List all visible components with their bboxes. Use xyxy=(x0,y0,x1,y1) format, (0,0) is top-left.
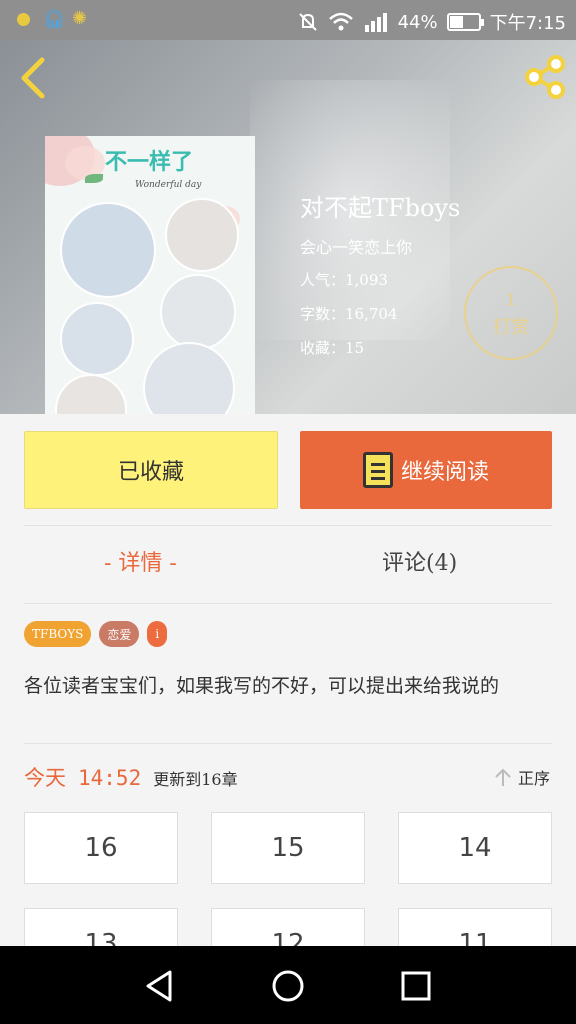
book-cover[interactable]: 不一样了 Wonderful day xyxy=(45,136,255,414)
book-description: 各位读者宝宝们，如果我写的不好，可以提出来给我说的 xyxy=(24,675,500,697)
sort-label: 正序 xyxy=(517,769,550,788)
tab-comments[interactable]: 评论(4) xyxy=(382,545,457,577)
chevron-left-icon[interactable] xyxy=(12,54,52,102)
book-icon xyxy=(362,452,393,488)
chapter-button[interactable]: 14 xyxy=(398,812,552,884)
reward-count: 1 xyxy=(505,290,517,309)
signal-icon xyxy=(364,13,387,32)
divider xyxy=(24,743,552,744)
battery-percent: 44% xyxy=(397,11,438,33)
collected-label: 已收藏 xyxy=(117,460,184,485)
divider xyxy=(24,603,552,604)
chapter-button[interactable]: 15 xyxy=(211,812,365,884)
favorites-stat: 收藏：15 xyxy=(300,339,365,357)
battery-icon xyxy=(446,13,484,31)
arrow-up-icon xyxy=(495,768,511,786)
word-count-stat: 字数：16,704 xyxy=(300,305,398,323)
status-bar: 🎧︎ ✺ 44% 下午7:15 xyxy=(0,0,576,40)
update-info: 今天 14:52 更新到16章 xyxy=(24,762,238,792)
notification-dot-icon xyxy=(17,13,30,26)
tag-list: TFBOYS 恋爱 i xyxy=(24,621,168,647)
update-time: 14:52 xyxy=(78,766,142,790)
divider xyxy=(24,525,552,526)
tag-tfboys[interactable]: TFBOYS xyxy=(24,621,92,647)
mute-icon xyxy=(298,13,317,31)
popularity-stat: 人气：1,093 xyxy=(300,271,388,289)
chapter-button[interactable]: 16 xyxy=(24,812,178,884)
recents-square-icon[interactable] xyxy=(396,966,436,1006)
share-icon[interactable] xyxy=(522,54,568,100)
update-day: 今天 xyxy=(24,766,66,790)
tag-i[interactable]: i xyxy=(147,621,168,647)
bulb-icon: ✺ xyxy=(72,8,88,29)
reward-label: 打赏 xyxy=(493,317,529,338)
reward-button[interactable]: 1 打赏 xyxy=(464,266,558,360)
update-chapter: 更新到16章 xyxy=(153,770,238,789)
book-header: 不一样了 Wonderful day 对不起TFboys 会心一笑恋上你 人气：… xyxy=(0,40,576,414)
tab-detail[interactable]: - 详情 - xyxy=(104,545,177,577)
tag-romance[interactable]: 恋爱 xyxy=(99,621,140,647)
back-triangle-icon[interactable] xyxy=(140,966,180,1006)
sort-button[interactable]: 正序 xyxy=(494,765,550,789)
headset-icon: 🎧︎ xyxy=(43,9,66,30)
cover-title: 不一样了 xyxy=(105,149,194,175)
author-name[interactable]: 会心一笑恋上你 xyxy=(300,234,412,258)
continue-reading-button[interactable]: 继续阅读 xyxy=(300,431,552,509)
wifi-icon xyxy=(328,12,353,31)
collected-button[interactable]: 已收藏 xyxy=(24,431,278,509)
home-circle-icon[interactable] xyxy=(268,966,308,1006)
clock: 下午7:15 xyxy=(489,13,566,34)
cover-subtitle: Wonderful day xyxy=(135,180,202,190)
system-nav-bar xyxy=(0,946,576,1024)
continue-reading-label: 继续阅读 xyxy=(400,460,489,485)
book-title: 对不起TFboys xyxy=(300,194,461,222)
